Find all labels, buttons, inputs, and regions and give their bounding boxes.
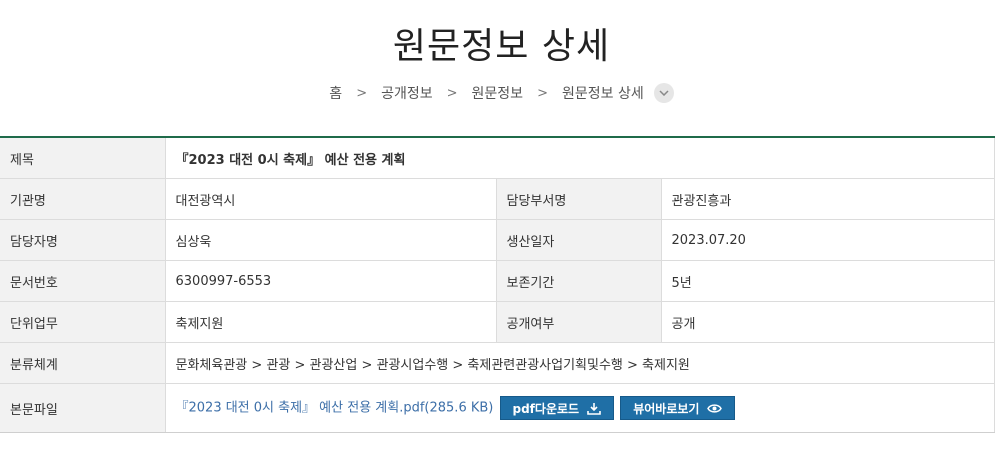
table-row: 문서번호 6300997-6553 보존기간 5년 — [0, 260, 995, 302]
docno-label: 문서번호 — [0, 260, 166, 302]
breadcrumb-item-original-info[interactable]: 원문정보 — [472, 83, 524, 103]
file-link[interactable]: 『2023 대전 0시 축제』 예산 전용 계획.pdf(285.6 KB) — [176, 401, 494, 416]
viewer-button[interactable]: 뷰어바로보기 — [620, 396, 736, 420]
org-value: 대전광역시 — [165, 178, 497, 220]
task-value: 축제지원 — [165, 301, 497, 343]
breadcrumb-separator-icon: > — [446, 85, 458, 101]
breadcrumb-home[interactable]: 홈 — [329, 83, 342, 103]
download-icon — [587, 402, 601, 415]
breadcrumb: 홈 > 공개정보 > 원문정보 > 원문정보 상세 — [0, 80, 1003, 106]
public-label: 공개여부 — [496, 301, 662, 343]
eye-icon — [707, 403, 723, 413]
pdf-download-button[interactable]: pdf다운로드 — [499, 396, 615, 420]
dept-value: 관광진흥과 — [661, 178, 995, 220]
manager-value: 심상욱 — [165, 219, 497, 261]
download-button-label: pdf다운로드 — [512, 401, 580, 416]
docno-value: 6300997-6553 — [165, 260, 497, 302]
title-label: 제목 — [0, 137, 166, 179]
category-value: 문화체육관광 > 관광 > 관광산업 > 관광시업수행 > 축제관련관광사업기획… — [165, 342, 995, 384]
date-value: 2023.07.20 — [661, 219, 995, 261]
page-title: 원문정보 상세 — [392, 26, 611, 67]
table-row: 분류체계 문화체육관광 > 관광 > 관광산업 > 관광시업수행 > 축제관련관… — [0, 342, 995, 384]
org-label: 기관명 — [0, 178, 166, 220]
table-row: 본문파일 『2023 대전 0시 축제』 예산 전용 계획.pdf(285.6 … — [0, 383, 995, 433]
table-row: 단위업무 축제지원 공개여부 공개 — [0, 301, 995, 343]
retention-label: 보존기간 — [496, 260, 662, 302]
title-value: 『2023 대전 0시 축제』 예산 전용 계획 — [165, 137, 995, 179]
breadcrumb-item-public-info[interactable]: 공개정보 — [381, 83, 433, 103]
table-row: 제목 『2023 대전 0시 축제』 예산 전용 계획 — [0, 137, 995, 179]
table-row: 담당자명 심상욱 생산일자 2023.07.20 — [0, 219, 995, 261]
dept-label: 담당부서명 — [496, 178, 662, 220]
retention-value: 5년 — [661, 260, 995, 302]
file-label: 본문파일 — [0, 383, 166, 433]
category-label: 분류체계 — [0, 342, 166, 384]
date-label: 생산일자 — [496, 219, 662, 261]
breadcrumb-item-current: 원문정보 상세 — [561, 86, 644, 102]
breadcrumb-separator-icon: > — [356, 85, 368, 101]
viewer-button-label: 뷰어바로보기 — [633, 401, 700, 416]
table-row: 기관명 대전광역시 담당부서명 관광진흥과 — [0, 178, 995, 220]
public-value: 공개 — [661, 301, 995, 343]
chevron-down-icon — [659, 90, 669, 96]
breadcrumb-dropdown-button[interactable] — [653, 83, 674, 103]
detail-table: 제목 『2023 대전 0시 축제』 예산 전용 계획 기관명 대전광역시 담당… — [0, 136, 995, 433]
file-cell: 『2023 대전 0시 축제』 예산 전용 계획.pdf(285.6 KB) p… — [165, 383, 995, 433]
task-label: 단위업무 — [0, 301, 166, 343]
manager-label: 담당자명 — [0, 219, 166, 261]
breadcrumb-separator-icon: > — [537, 85, 548, 101]
